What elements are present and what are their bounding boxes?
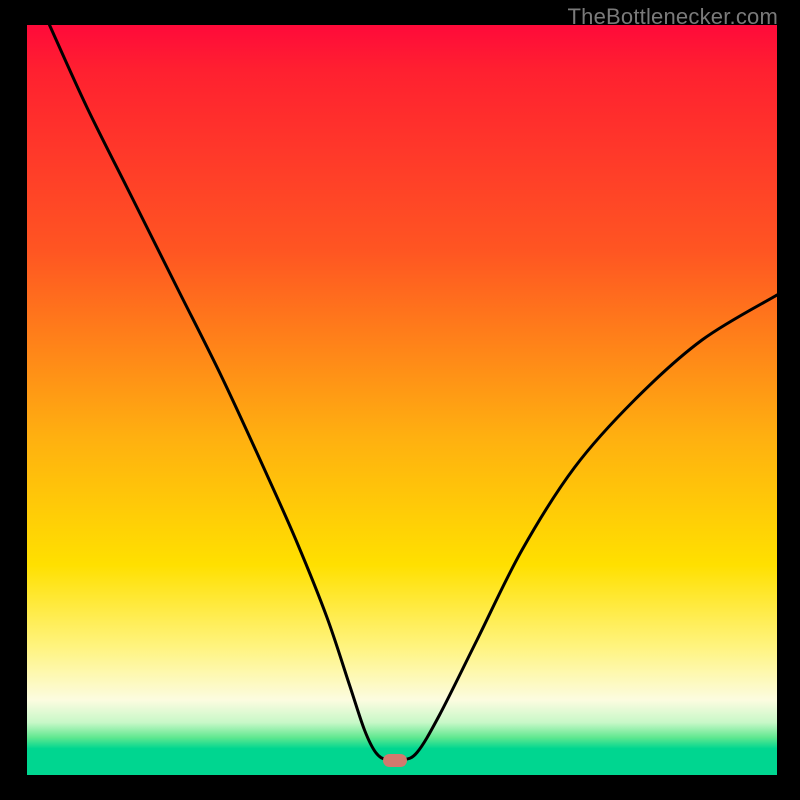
curve-layer [27, 25, 777, 775]
optimum-marker [383, 754, 407, 767]
watermark-text: TheBottlenecker.com [568, 4, 778, 30]
bottleneck-chart: TheBottlenecker.com [0, 0, 800, 800]
bottleneck-curve-path [50, 25, 778, 761]
